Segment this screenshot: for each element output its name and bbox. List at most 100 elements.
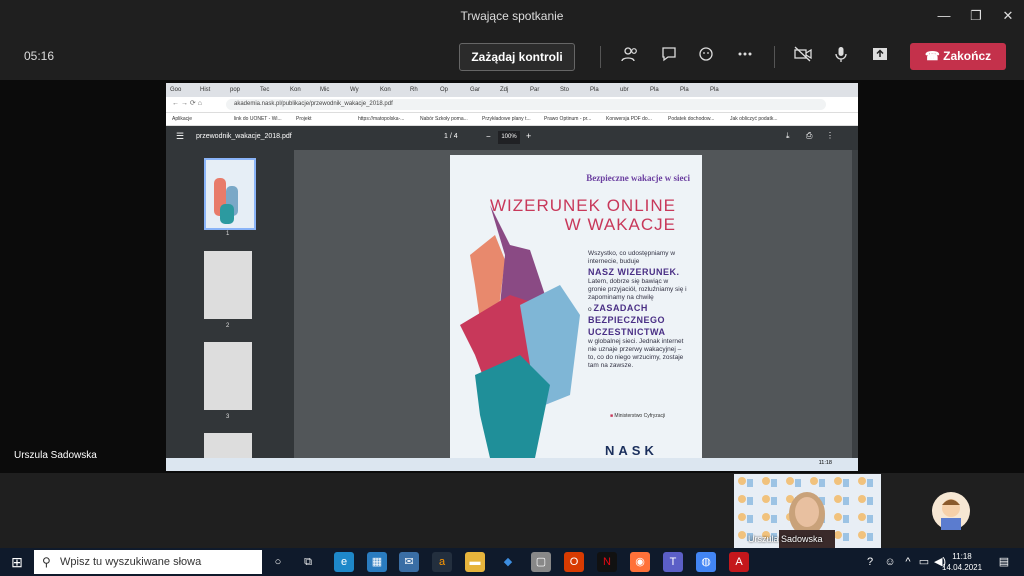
zoom-out-icon[interactable]: − <box>486 132 491 141</box>
chat-icon[interactable] <box>658 45 680 67</box>
pdf-filename: przewodnik_wakacje_2018.pdf <box>196 133 292 140</box>
pdf-page-sep: / <box>449 133 452 140</box>
pdf-thumbnails: 1 2 3 <box>166 150 294 458</box>
maximize-button[interactable]: ❐ <box>966 6 986 26</box>
browser-tab[interactable]: pop <box>230 85 240 95</box>
pdf-page-current[interactable]: 1 <box>444 133 448 140</box>
bookmark-item[interactable]: Aplikacje <box>172 114 192 124</box>
more-icon[interactable]: ⋮ <box>826 131 834 140</box>
browser-tab[interactable]: Zdj <box>500 85 508 95</box>
browser-tab[interactable]: Rh <box>410 85 418 95</box>
bookmark-item[interactable]: Nabór Szkoły poma... <box>420 114 468 124</box>
bookmark-item[interactable]: Projekt <box>296 114 312 124</box>
thumbnail-label: 2 <box>226 323 230 329</box>
office-icon[interactable]: O <box>564 552 584 572</box>
pdf-viewport[interactable]: Bezpieczne wakacje w sieci WIZERUNEK ONL… <box>294 150 858 458</box>
bookmark-item[interactable]: https://matopolska-... <box>358 114 404 124</box>
browser-tab[interactable]: Goo <box>170 85 181 95</box>
mail-icon[interactable]: ✉ <box>399 552 419 572</box>
task-view-icon[interactable]: ⧉ <box>298 552 318 572</box>
browser-tab[interactable]: ubr <box>620 85 629 95</box>
pdf-p1-emph: NASZ WIZERUNEK. <box>588 267 680 277</box>
tray-people-icon[interactable]: ☺ <box>880 552 900 572</box>
thumbnail-label: 1 <box>226 231 230 237</box>
bookmark-item[interactable]: Prawo Optinum - pr... <box>544 114 591 124</box>
url-field[interactable]: akademia.nask.pl/publikacje/przewodnik_w… <box>226 99 826 110</box>
taskbar-search-input[interactable]: ⚲ Wpisz tu wyszukiwane słowa <box>34 550 262 574</box>
pdf-p1: Wszystko, co udostępniamy w internecie, … <box>588 250 676 265</box>
pdf-scrollbar[interactable] <box>852 150 858 458</box>
thumbnail-page-2[interactable] <box>204 251 252 319</box>
help-icon[interactable]: ? <box>860 552 880 572</box>
acrobat-icon[interactable]: A <box>729 552 749 572</box>
browser-tab[interactable]: Hist <box>200 85 210 95</box>
bookmarks-bar: Aplikacje link do UONET - Wi... Projekt htt… <box>166 113 858 126</box>
video-name-label: Urszula Sadowska <box>748 534 823 544</box>
thumbnail-page-4[interactable] <box>204 433 252 458</box>
browser-tab[interactable]: Pla <box>650 85 659 95</box>
file-explorer-icon[interactable]: ▬ <box>465 552 485 572</box>
zoom-in-icon[interactable]: + <box>526 131 531 141</box>
self-avatar[interactable] <box>932 492 970 530</box>
inner-clock: 11:18 <box>818 460 832 466</box>
end-call-label: Zakończ <box>943 49 992 63</box>
bookmark-item[interactable]: Podatek dochodow... <box>668 114 714 124</box>
thumbnail-page-3[interactable] <box>204 342 252 410</box>
meeting-controls-bar: 05:16 Zażądaj kontroli ☎ Zakończ <box>0 32 1024 80</box>
bookmark-item[interactable]: link do UONET - Wi... <box>234 114 282 124</box>
cortana-icon[interactable]: ○ <box>268 552 288 572</box>
camera-off-icon[interactable] <box>792 45 814 67</box>
microphone-icon[interactable] <box>830 45 852 67</box>
bookmark-item[interactable]: Jak obliczyć podatk... <box>730 114 778 124</box>
notifications-icon[interactable]: ▤ <box>994 552 1014 572</box>
pdf-title-line2: W WAKACJE <box>564 215 676 234</box>
eagle-icon: ■ <box>610 413 614 419</box>
nav-arrows-icon[interactable]: ← → ⟳ ⌂ <box>172 99 202 107</box>
ministry-logo: ■ Ministerstwo Cyfryzacji <box>610 413 665 419</box>
amazon-icon[interactable]: a <box>432 552 452 572</box>
browser-tab-strip: Goo Hist pop Tec Kon Mic Wy Kon Rh Op Gar Zdj Par Sto… <box>166 83 858 97</box>
chrome-icon[interactable]: ◍ <box>696 552 716 572</box>
browser-tab[interactable]: Par <box>530 85 539 95</box>
share-screen-icon[interactable] <box>869 45 891 67</box>
minimize-button[interactable]: — <box>934 6 954 26</box>
print-icon[interactable]: ⎙ <box>806 131 812 141</box>
browser-tab[interactable]: Pla <box>710 85 719 95</box>
menu-icon[interactable]: ☰ <box>176 131 184 142</box>
clock-time: 11:18 <box>952 552 972 561</box>
edge-icon[interactable]: e <box>334 552 354 572</box>
pdf-p3: w globalnej sieci. Jednak internet nie u… <box>588 338 684 369</box>
browser-tab[interactable]: Gar <box>470 85 480 95</box>
shared-screen: Goo Hist pop Tec Kon Mic Wy Kon Rh Op Gar Zdj Par Sto… <box>166 83 858 471</box>
browser-tab[interactable]: Pla <box>680 85 689 95</box>
participants-icon[interactable] <box>619 45 641 67</box>
browser-tab[interactable]: Op <box>440 85 448 95</box>
teams-icon[interactable]: T <box>663 552 683 572</box>
browser-tab[interactable]: Wy <box>350 85 359 95</box>
title-bar: Trwające spotkanie — ❐ ✕ <box>0 0 1024 32</box>
request-control-button[interactable]: Zażądaj kontroli <box>459 43 575 71</box>
pdf-zoom[interactable]: 100% <box>498 131 520 144</box>
taskbar-clock[interactable]: 11:18 14.04.2021 <box>942 551 982 573</box>
more-options-icon[interactable] <box>734 45 756 67</box>
thumbnail-page-1[interactable] <box>204 158 256 230</box>
store-icon[interactable]: ▦ <box>367 552 387 572</box>
netflix-icon[interactable]: N <box>597 552 617 572</box>
end-call-button[interactable]: ☎ Zakończ <box>910 43 1006 70</box>
windows-start-icon[interactable]: ⊞ <box>7 552 27 572</box>
browser-tab[interactable]: Tec <box>260 85 269 95</box>
firefox-icon[interactable]: ◉ <box>630 552 650 572</box>
pdf-page-indicator: 1 / 4 <box>444 133 458 140</box>
browser-tab[interactable]: Pla <box>590 85 599 95</box>
browser-tab[interactable]: Kon <box>290 85 301 95</box>
browser-tab[interactable]: Sto <box>560 85 569 95</box>
reactions-icon[interactable] <box>696 45 718 67</box>
app-icon[interactable]: ▢ <box>531 552 551 572</box>
browser-tab[interactable]: Kon <box>380 85 391 95</box>
download-icon[interactable]: ⤓ <box>786 131 790 141</box>
close-button[interactable]: ✕ <box>998 6 1018 26</box>
browser-tab[interactable]: Mic <box>320 85 329 95</box>
dropbox-icon[interactable]: ◆ <box>498 552 518 572</box>
bookmark-item[interactable]: Konwersja PDF do... <box>606 114 652 124</box>
bookmark-item[interactable]: Przykładowe plany t... <box>482 114 531 124</box>
